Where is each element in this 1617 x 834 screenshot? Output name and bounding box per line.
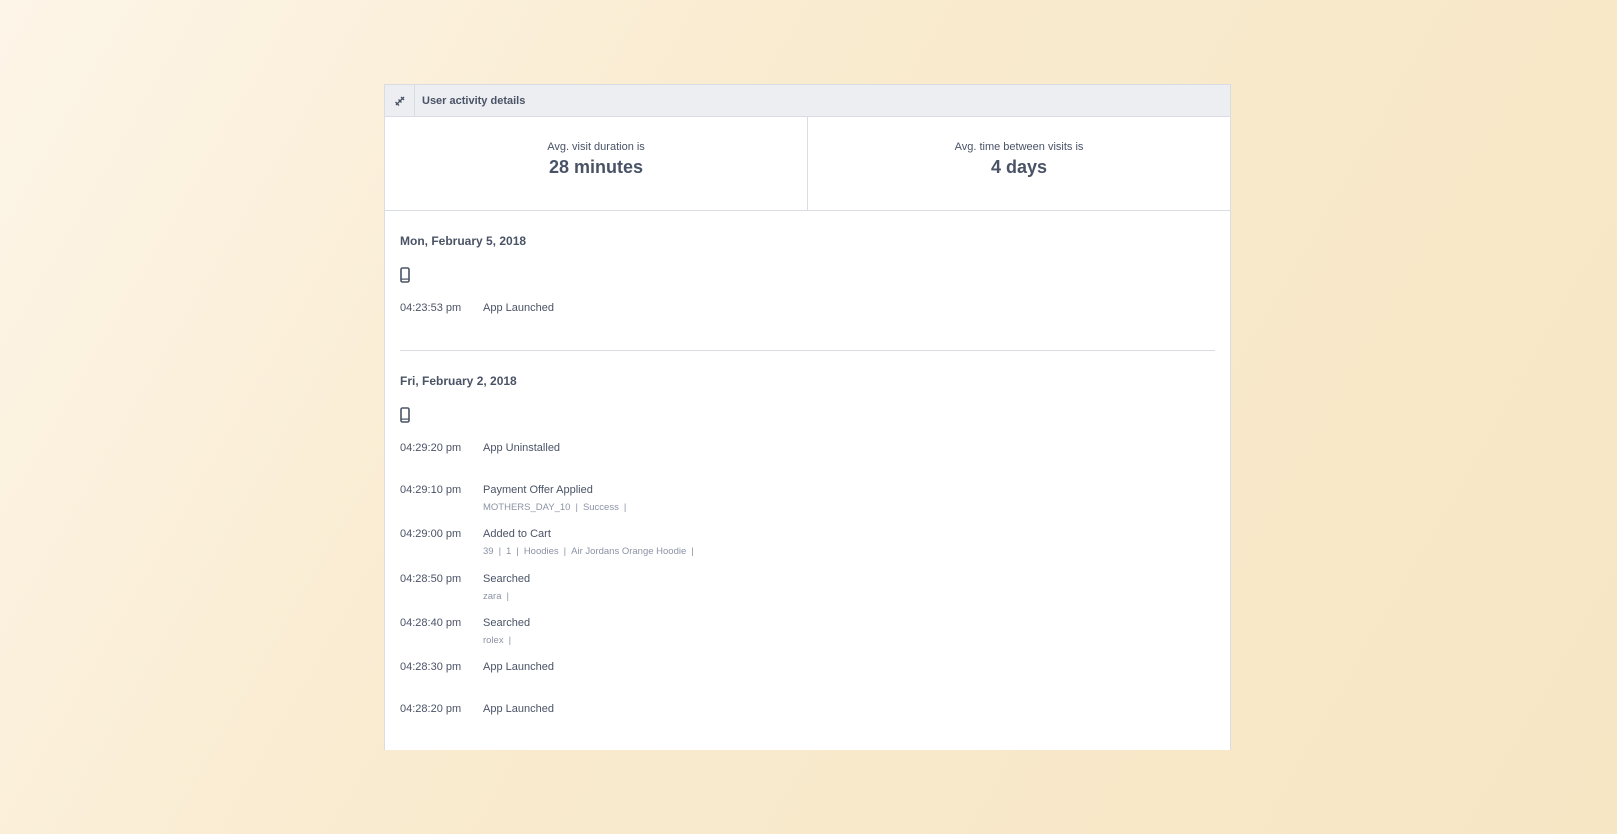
event-properties: MOTHERS_DAY_10 | Success | [483,502,631,513]
event-name: Searched [483,573,531,585]
event-name: App Launched [483,302,554,314]
event-time: 04:28:50 pm [400,573,462,585]
event-property: MOTHERS_DAY_10 [483,502,571,513]
day-date: Fri, February 2, 2018 [400,374,517,388]
event-property: Air Jordans Orange Hoodie [571,546,687,557]
stat-value: 28 minutes [548,157,644,177]
property-separator: | [508,635,512,646]
property-separator: | [506,591,509,602]
event-time: 04:23:53 pm [400,302,462,314]
stat-visit-duration: Avg. visit duration is 28 minutes [385,117,807,210]
property-separator: | [623,502,627,513]
event-properties: 39 | 1 | Hoodies | Air Jordans Orange Hoodie | [483,546,699,557]
event-property: rolex [483,635,504,646]
stat-value: 4 days [990,157,1048,177]
panel-header: User activity details [385,85,1230,117]
event-properties: rolex | [483,635,516,646]
event-properties: zara | [483,591,514,602]
event-name: Searched [483,617,531,629]
event-name: App Launched [483,703,554,715]
event-name: Added to Cart [483,528,551,540]
stat-time-between-visits: Avg. time between visits is 4 days [807,117,1230,210]
day-group: Mon, February 5, 2018 04:23:53 pm App La… [400,211,1215,351]
event-time: 04:29:20 pm [400,442,462,454]
event-time: 04:29:00 pm [400,528,462,540]
property-separator: | [691,546,694,557]
event-time: 04:28:40 pm [400,617,462,629]
event-name: Payment Offer Applied [483,484,593,496]
pencil-icon[interactable] [385,85,415,116]
property-separator: | [498,546,502,557]
panel-title: User activity details [422,94,526,107]
property-separator: | [563,546,567,557]
stat-label: Avg. visit duration is [547,141,645,153]
event-property: zara [483,591,502,602]
stat-label: Avg. time between visits is [954,141,1084,153]
mobile-phone-icon [400,267,410,283]
event-time: 04:28:20 pm [400,703,462,715]
day-date: Mon, February 5, 2018 [400,234,527,248]
event-property: Success [582,502,619,513]
property-separator: | [575,502,578,513]
stats-row: Avg. visit duration is 28 minutes Avg. t… [385,117,1230,211]
event-time: 04:29:10 pm [400,484,462,496]
user-activity-panel: User activity details Avg. visit duratio… [384,84,1231,750]
event-time: 04:28:30 pm [400,661,462,673]
event-property: 39 [483,546,494,557]
mobile-phone-icon [400,407,410,423]
day-group: Fri, February 2, 2018 04:29:20 pm App Un… [400,351,1215,750]
event-property: Hoodies [523,546,559,557]
event-name: App Launched [483,661,554,673]
event-property: 1 [506,546,512,557]
property-separator: | [516,546,519,557]
event-name: App Uninstalled [483,442,561,454]
